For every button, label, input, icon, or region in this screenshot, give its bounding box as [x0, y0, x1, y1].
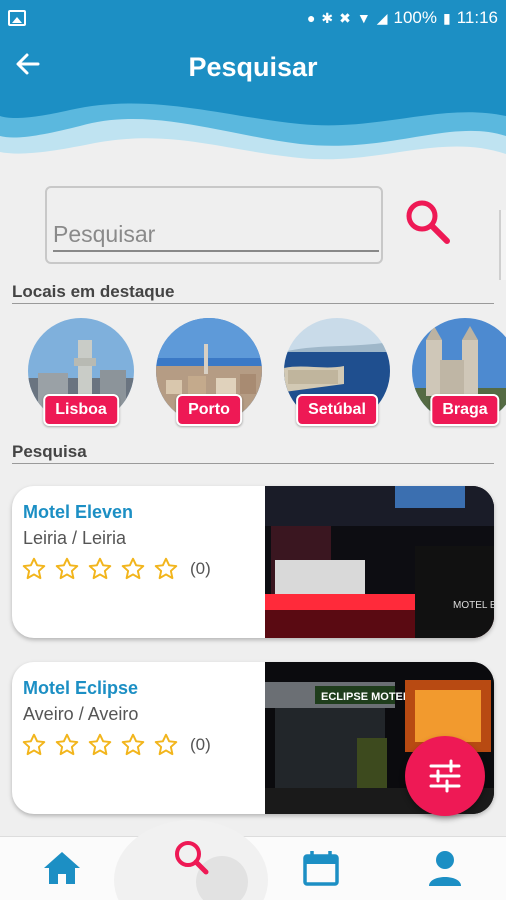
photo-caption: MOTEL ELEVEN — [453, 600, 494, 611]
filter-fab-button[interactable] — [405, 736, 485, 816]
wifi-icon: ▼ — [356, 10, 371, 26]
home-icon — [44, 852, 80, 884]
featured-place-braga[interactable]: Braga — [412, 318, 506, 430]
image-notification-icon — [8, 10, 26, 26]
rating-stars: (0) — [21, 732, 211, 758]
place-label: Porto — [176, 394, 242, 426]
nav-home[interactable] — [22, 836, 102, 900]
app-header: Pesquisar — [0, 36, 506, 176]
featured-divider — [12, 303, 494, 304]
star-empty-icon — [22, 733, 46, 756]
featured-section-title: Locais em destaque — [12, 282, 175, 301]
star-empty-icon — [55, 557, 79, 580]
results-divider — [12, 463, 494, 464]
nav-calendar[interactable] — [281, 836, 361, 900]
featured-place-porto[interactable]: Porto — [156, 318, 262, 430]
rating-stars: (0) — [21, 556, 211, 582]
result-photo: MOTEL ELEVEN — [265, 486, 494, 638]
result-name: Motel Eclipse — [23, 678, 139, 698]
search-icon — [175, 841, 209, 875]
result-location: Aveiro / Aveiro — [23, 704, 139, 724]
nav-profile[interactable] — [405, 836, 485, 900]
battery-percent: 100% — [393, 8, 437, 27]
location-icon: ● — [306, 10, 316, 26]
star-empty-icon — [121, 733, 145, 756]
result-card-motel-eleven[interactable]: Motel Eleven Leiria / Leiria (0) MOTEL E… — [12, 486, 494, 638]
place-label: Braga — [430, 394, 500, 426]
star-empty-icon — [88, 733, 112, 756]
rating-count: (0) — [190, 735, 211, 754]
clock: 11:16 — [456, 8, 498, 27]
result-name: Motel Eleven — [23, 502, 134, 522]
sliders-icon — [429, 759, 461, 793]
scroll-edge — [499, 210, 506, 280]
results-section-title: Pesquisa — [12, 442, 87, 461]
place-label: Setúbal — [296, 394, 378, 426]
search-field-container — [45, 186, 383, 264]
star-empty-icon — [154, 733, 178, 756]
featured-place-lisboa[interactable]: Lisboa — [28, 318, 134, 430]
result-location: Leiria / Leiria — [23, 528, 127, 548]
mute-icon: ✖ — [339, 10, 351, 26]
star-empty-icon — [22, 557, 46, 580]
star-empty-icon — [88, 557, 112, 580]
battery-icon: ▮ — [443, 10, 451, 26]
photo-caption: ECLIPSE MOTEL — [321, 691, 410, 703]
star-empty-icon — [154, 557, 178, 580]
star-empty-icon — [121, 557, 145, 580]
star-empty-icon — [55, 733, 79, 756]
place-label: Lisboa — [43, 394, 119, 426]
status-icons: ● ✱ ✖ ▼ ◢ 100% ▮ 11:16 — [307, 8, 498, 28]
page-title: Pesquisar — [188, 52, 318, 82]
signal-icon: ◢ — [376, 10, 388, 26]
bluetooth-icon: ✱ — [321, 10, 334, 26]
user-icon — [429, 851, 461, 886]
search-button[interactable] — [402, 196, 454, 248]
search-input[interactable] — [53, 218, 379, 252]
rating-count: (0) — [190, 559, 211, 578]
featured-place-setubal[interactable]: Setúbal — [284, 318, 390, 430]
nav-search[interactable] — [152, 836, 232, 900]
calendar-icon — [303, 851, 339, 886]
status-bar: ● ✱ ✖ ▼ ◢ 100% ▮ 11:16 — [0, 0, 506, 36]
search-icon — [406, 200, 450, 244]
